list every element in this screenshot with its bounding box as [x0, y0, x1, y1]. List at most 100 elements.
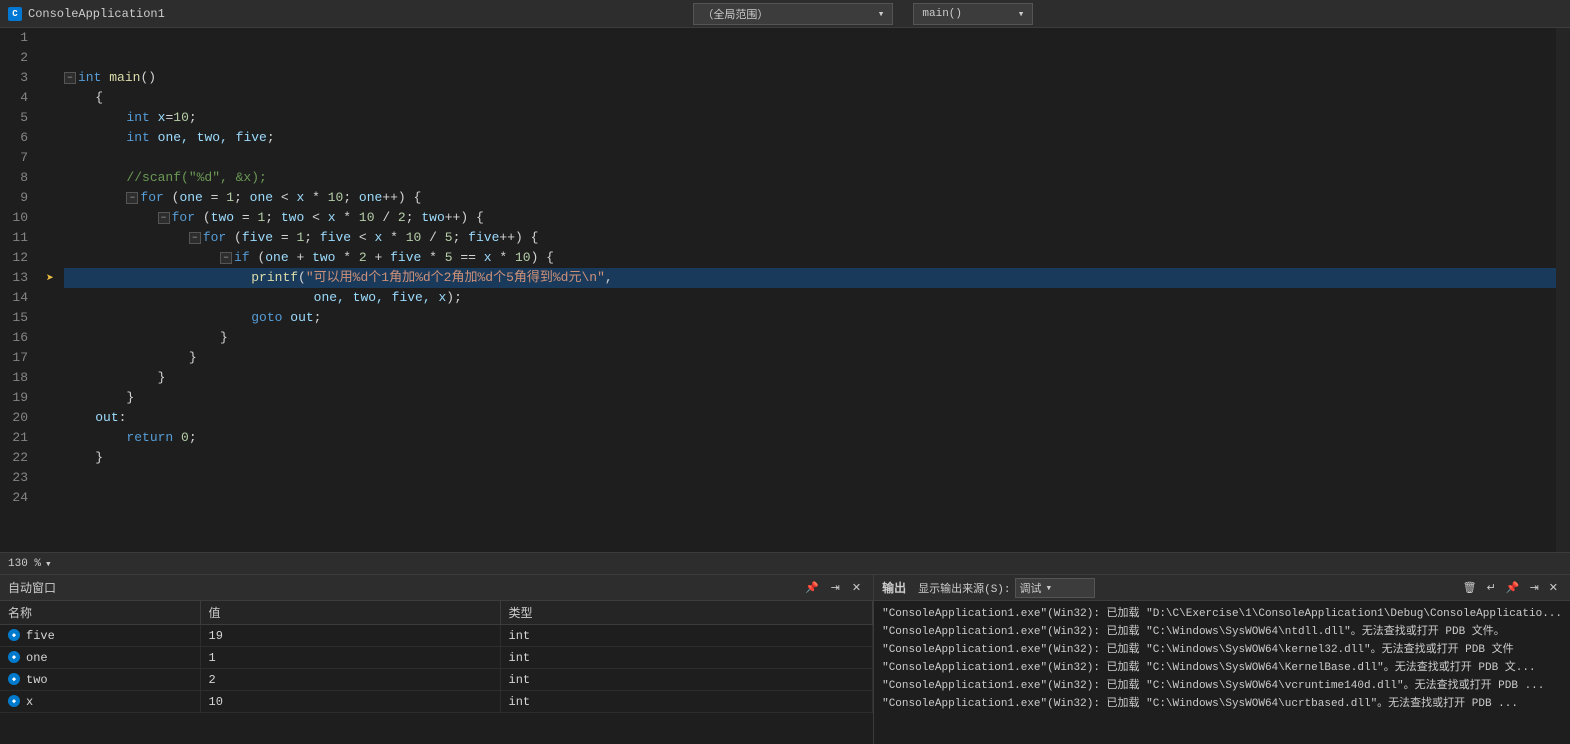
float-button[interactable]: ⇥ [827, 579, 844, 596]
output-wrap-button[interactable]: ↵ [1483, 579, 1500, 596]
code-token: 10 [406, 228, 422, 248]
gutter-row [40, 388, 60, 408]
code-line: } [64, 348, 1556, 368]
line-number: 7 [8, 148, 28, 168]
var-icon: ◆ [8, 651, 20, 663]
output-clear-button[interactable]: 🗑 [1459, 579, 1481, 596]
panel-actions: 📌 ⇥ ✕ [801, 579, 865, 596]
gutter-row [40, 48, 60, 68]
var-type-cell: int [500, 625, 873, 647]
code-line [64, 48, 1556, 68]
code-token: ; [189, 428, 197, 448]
table-row[interactable]: ◆x10int [0, 691, 873, 713]
code-token: ; [267, 128, 275, 148]
fold-icon[interactable]: − [189, 232, 201, 244]
gutter-row [40, 128, 60, 148]
code-token: ( [164, 188, 180, 208]
code-token [64, 108, 126, 128]
editor-main: 123456789101112131415161718192021222324 … [0, 28, 1570, 552]
zoom-indicator[interactable]: 130 % ▾ [0, 553, 60, 575]
output-source-label: 显示输出来源(S): [918, 580, 1010, 596]
scrollbar[interactable] [1556, 28, 1570, 552]
scope-selectors: （全局范围） ▾ main() ▾ [165, 3, 1562, 25]
col-value: 值 [200, 601, 500, 625]
fold-icon[interactable]: − [220, 252, 232, 264]
code-token: ( [250, 248, 266, 268]
code-editor[interactable]: −int main() { int x=10; int one, two, fi… [60, 28, 1556, 552]
code-token: * [421, 248, 444, 268]
code-line: −int main() [64, 68, 1556, 88]
code-token: () [140, 68, 156, 88]
code-token: out [95, 408, 118, 428]
top-bar: C ConsoleApplication1 （全局范围） ▾ main() ▾ [0, 0, 1570, 28]
code-token: x [296, 188, 304, 208]
code-token: } [64, 388, 134, 408]
fold-icon[interactable]: − [126, 192, 138, 204]
var-type-cell: int [500, 647, 873, 669]
code-token: 2 [398, 208, 406, 228]
var-icon: ◆ [8, 695, 20, 707]
autos-table[interactable]: 名称 值 类型 ◆five19int◆one1int◆two2int◆x10in… [0, 601, 873, 744]
code-token [64, 268, 251, 288]
code-token: == [453, 248, 484, 268]
output-line: "ConsoleApplication1.exe"(Win32): 已加载 "C… [882, 623, 1562, 641]
code-token: int [78, 68, 101, 88]
output-panel: 输出 显示输出来源(S): 调试 ▾ 🗑 ↵ 📌 ⇥ ✕ "ConsoleApp… [874, 575, 1570, 744]
line-number: 23 [8, 468, 28, 488]
file-icon: C [8, 7, 22, 21]
line-number: 24 [8, 488, 28, 508]
output-source-dropdown[interactable]: 调试 ▾ [1015, 578, 1095, 598]
output-pin-button[interactable]: 📌 [1502, 579, 1524, 596]
gutter: ➤ [40, 28, 60, 552]
line-number: 11 [8, 228, 28, 248]
scope-dropdown[interactable]: （全局范围） ▾ [693, 3, 893, 25]
function-dropdown[interactable]: main() ▾ [913, 3, 1033, 25]
code-token: 10 [173, 108, 189, 128]
code-token: } [64, 368, 165, 388]
table-row[interactable]: ◆two2int [0, 669, 873, 691]
code-line [64, 488, 1556, 508]
close-panel-button[interactable]: ✕ [848, 579, 865, 596]
pin-button[interactable]: 📌 [801, 579, 823, 596]
code-token: ) { [531, 248, 554, 268]
autos-panel: 自动窗口 📌 ⇥ ✕ 名称 值 类型 ◆five19int◆one1int◆tw… [0, 575, 874, 744]
code-token: / [375, 208, 398, 228]
gutter-row [40, 68, 60, 88]
output-close-button[interactable]: ✕ [1545, 579, 1562, 596]
line-number: 19 [8, 388, 28, 408]
code-token: } [64, 328, 228, 348]
zoom-bar: 130 % ▾ [0, 552, 1570, 574]
output-content[interactable]: "ConsoleApplication1.exe"(Win32): 已加载 "D… [874, 601, 1570, 744]
code-line: } [64, 368, 1556, 388]
var-type-cell: int [500, 691, 873, 713]
code-token: ( [195, 208, 211, 228]
col-type: 类型 [500, 601, 873, 625]
code-token: int [126, 108, 149, 128]
line-number: 3 [8, 68, 28, 88]
code-token: ; [265, 208, 281, 228]
var-name-cell: ◆x [0, 691, 200, 713]
table-row[interactable]: ◆one1int [0, 647, 873, 669]
fold-icon[interactable]: − [64, 72, 76, 84]
gutter-row [40, 108, 60, 128]
line-number: 1 [8, 28, 28, 48]
var-name-cell: ◆one [0, 647, 200, 669]
line-number: 9 [8, 188, 28, 208]
code-token: two [211, 208, 234, 228]
code-token [150, 128, 158, 148]
var-icon: ◆ [8, 629, 20, 641]
table-row[interactable]: ◆five19int [0, 625, 873, 647]
line-number: 6 [8, 128, 28, 148]
fold-icon[interactable]: − [158, 212, 170, 224]
code-token: printf [251, 268, 298, 288]
code-line: goto out; [64, 308, 1556, 328]
var-name-cell: ◆two [0, 669, 200, 691]
gutter-row [40, 488, 60, 508]
gutter-row [40, 308, 60, 328]
code-token: five [390, 248, 421, 268]
code-token: main [109, 68, 140, 88]
line-number: 14 [8, 288, 28, 308]
debug-arrow-icon: ➤ [46, 271, 54, 286]
output-float-button[interactable]: ⇥ [1526, 579, 1543, 596]
code-token: one [265, 248, 288, 268]
